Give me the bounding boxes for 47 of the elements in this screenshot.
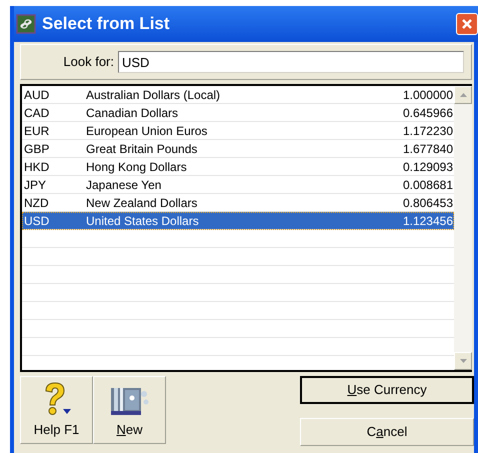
- exchange-rate: 0.129093: [402, 158, 454, 176]
- exchange-rate: 0.806453: [402, 194, 454, 212]
- search-label: Look for:: [62, 53, 115, 72]
- scrollbar[interactable]: [454, 86, 472, 370]
- list-row[interactable]: JPY Japanese Yen 0.008681: [22, 176, 454, 194]
- currency-name: Japanese Yen: [86, 176, 162, 194]
- close-icon: [461, 18, 473, 30]
- currency-code: GBP: [23, 140, 50, 158]
- currency-name: European Union Euros: [86, 122, 208, 140]
- cancel-button[interactable]: Cancel: [300, 418, 474, 446]
- list-row[interactable]: CAD Canadian Dollars 0.645966: [22, 104, 454, 122]
- exchange-rate: 1.677840: [402, 140, 454, 158]
- currency-name: Hong Kong Dollars: [86, 158, 188, 176]
- currency-code: HKD: [23, 158, 50, 176]
- exchange-rate: 1.000000: [402, 86, 454, 104]
- currency-code: USD: [23, 212, 50, 230]
- currency-name: New Zealand Dollars: [86, 194, 198, 212]
- up-arrow-icon: [460, 93, 466, 97]
- list-row[interactable]: GBP Great Britain Pounds 1.677840: [22, 140, 454, 158]
- scroll-up-button[interactable]: [454, 86, 472, 104]
- exchange-rate: 1.172230: [402, 122, 454, 140]
- book-icon: [110, 386, 150, 416]
- list-row[interactable]: HKD Hong Kong Dollars 0.129093: [22, 158, 454, 176]
- currency-name: Great Britain Pounds: [86, 140, 198, 158]
- currency-code: EUR: [23, 122, 50, 140]
- exchange-rate: 0.008681: [402, 176, 454, 194]
- window-title: Select from List: [42, 13, 170, 36]
- currency-name: United States Dollars: [86, 212, 200, 230]
- list-row[interactable]: AUD Australian Dollars (Local) 1.000000: [22, 86, 454, 104]
- exchange-rate: 0.645966: [402, 104, 454, 122]
- help-button[interactable]: Help F1: [20, 376, 93, 444]
- close-button[interactable]: [456, 13, 478, 35]
- new-button[interactable]: New: [93, 376, 166, 444]
- down-arrow-icon: [460, 359, 466, 363]
- search-field[interactable]: USD: [118, 51, 464, 73]
- currency-code: JPY: [23, 176, 48, 194]
- list-row[interactable]: EUR European Union Euros 1.172230: [22, 122, 454, 140]
- currency-name: Australian Dollars (Local): [86, 86, 222, 104]
- scroll-down-button[interactable]: [454, 352, 472, 370]
- currency-code: AUD: [23, 86, 50, 104]
- currency-code: NZD: [23, 194, 50, 212]
- link-icon: [16, 14, 36, 34]
- exchange-rate: 1.123456: [402, 212, 454, 230]
- currency-code: CAD: [23, 104, 50, 122]
- list-row[interactable]: USD United States Dollars 1.123456: [22, 212, 454, 230]
- currency-name: Canadian Dollars: [86, 104, 180, 122]
- use-currency-button[interactable]: Use Currency: [300, 376, 474, 404]
